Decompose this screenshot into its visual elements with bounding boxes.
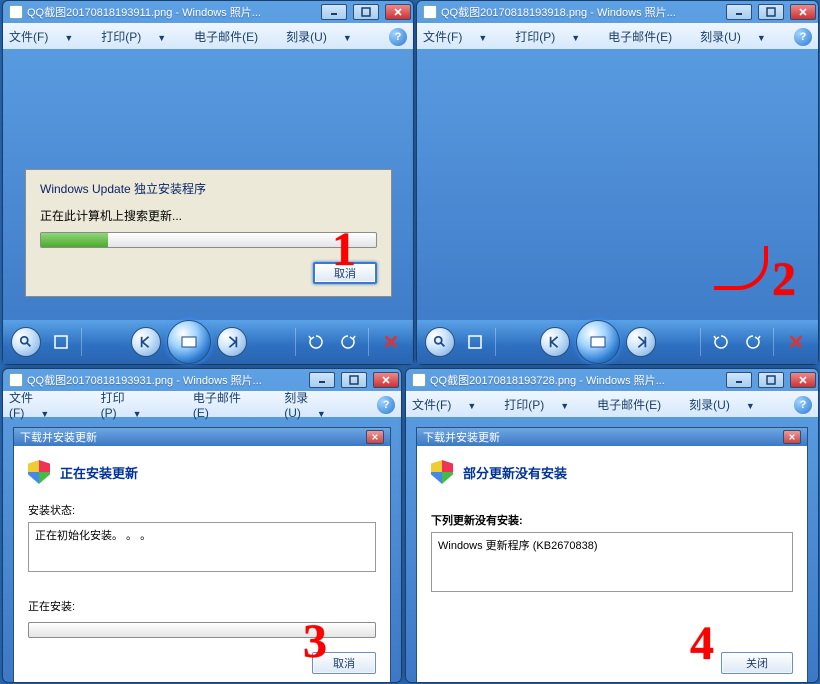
heading: 正在安装更新: [28, 460, 376, 484]
status-label: 安装状态:: [28, 502, 376, 518]
menu-file[interactable]: 文件(F)▼: [412, 396, 490, 413]
delete-icon[interactable]: ✕: [377, 328, 405, 356]
close-button[interactable]: [790, 372, 816, 388]
maximize-button[interactable]: [758, 4, 784, 20]
photo-viewer-4: QQ截图20170818193728.png - Windows 照片... 文…: [405, 368, 819, 683]
close-icon[interactable]: [366, 430, 384, 444]
zoom-icon[interactable]: [425, 327, 455, 357]
help-icon[interactable]: ?: [389, 28, 407, 46]
rotate-ccw-icon[interactable]: [709, 330, 733, 354]
inner-titlebar[interactable]: 下载并安装更新: [14, 428, 390, 446]
install-updates-window: 下载并安装更新 正在安装更新 安装状态: 正在初始化安装。 。 。 正在安装: …: [13, 427, 391, 682]
prev-button[interactable]: [540, 327, 570, 357]
prev-button[interactable]: [131, 327, 161, 357]
media-toolbar: ✕: [3, 320, 413, 364]
menu-print[interactable]: 打印(P)▼: [101, 389, 179, 420]
app-icon: [9, 5, 23, 19]
rotate-cw-icon[interactable]: [336, 330, 360, 354]
titlebar[interactable]: QQ截图20170818193911.png - Windows 照片...: [3, 1, 413, 23]
menu-email[interactable]: 电子邮件(E): [597, 396, 675, 413]
close-button[interactable]: 关闭: [721, 652, 793, 674]
window-title: QQ截图20170818193911.png - Windows 照片...: [27, 4, 315, 20]
menu-burn[interactable]: 刻录(U)▼: [689, 396, 769, 413]
menu-file[interactable]: 文件(F)▼: [9, 389, 87, 420]
app-icon: [9, 373, 23, 387]
inner-titlebar[interactable]: 下载并安装更新: [417, 428, 807, 446]
viewer-stage: 下载并安装更新 部分更新没有安装 下列更新没有安装: Windows 更新程序 …: [406, 417, 818, 682]
menu-print[interactable]: 打印(P)▼: [515, 28, 594, 45]
minimize-button[interactable]: [309, 372, 335, 388]
titlebar[interactable]: QQ截图20170818193931.png - Windows 照片...: [3, 369, 401, 391]
install-result-window: 下载并安装更新 部分更新没有安装 下列更新没有安装: Windows 更新程序 …: [416, 427, 808, 682]
menubar: 文件(F)▼ 打印(P)▼ 电子邮件(E) 刻录(U)▼ ?: [406, 391, 818, 417]
menu-email[interactable]: 电子邮件(E): [193, 389, 270, 420]
rotate-ccw-icon[interactable]: [304, 330, 328, 354]
annotation-mark-2: 2: [772, 252, 796, 307]
menubar: 文件(F)▼ 打印(P)▼ 电子邮件(E) 刻录(U)▼ ?: [3, 391, 401, 417]
help-icon[interactable]: ?: [377, 396, 395, 414]
delete-icon[interactable]: ✕: [782, 328, 810, 356]
viewer-stage: Windows Update 独立安装程序 您要安装以下 Windows 软件更…: [417, 49, 818, 364]
menu-burn[interactable]: 刻录(U)▼: [700, 28, 780, 45]
dialog-body: 正在此计算机上搜索更新...: [40, 207, 377, 224]
progress-label: 正在安装:: [28, 598, 376, 614]
titlebar[interactable]: QQ截图20170818193728.png - Windows 照片...: [406, 369, 818, 391]
shield-icon: [28, 460, 50, 484]
window-title: QQ截图20170818193918.png - Windows 照片...: [441, 4, 720, 20]
window-title: QQ截图20170818193728.png - Windows 照片...: [430, 372, 720, 388]
next-button[interactable]: [217, 327, 247, 357]
close-button[interactable]: [790, 4, 816, 20]
photo-viewer-1: QQ截图20170818193911.png - Windows 照片... 文…: [2, 0, 414, 365]
status-box: 正在初始化安装。 。 。: [28, 522, 376, 572]
menubar: 文件(F)▼ 打印(P)▼ 电子邮件(E) 刻录(U)▼ ?: [3, 23, 413, 49]
fit-icon[interactable]: [49, 330, 73, 354]
annotation-mark-4: 4: [690, 616, 714, 671]
menu-email[interactable]: 电子邮件(E): [608, 28, 686, 45]
minimize-button[interactable]: [321, 4, 347, 20]
menu-email[interactable]: 电子邮件(E): [194, 28, 272, 45]
minimize-button[interactable]: [726, 372, 752, 388]
help-icon[interactable]: ?: [794, 396, 812, 414]
menu-file[interactable]: 文件(F)▼: [423, 28, 501, 45]
app-icon: [412, 373, 426, 387]
viewer-stage: Windows Update 独立安装程序 正在此计算机上搜索更新... 取消: [3, 49, 413, 364]
close-icon[interactable]: [783, 430, 801, 444]
menu-print[interactable]: 打印(P)▼: [101, 28, 180, 45]
progress-bar: [40, 232, 377, 248]
heading: 部分更新没有安装: [431, 460, 793, 484]
minimize-button[interactable]: [726, 4, 752, 20]
maximize-button[interactable]: [353, 4, 379, 20]
app-icon: [423, 5, 437, 19]
slideshow-button[interactable]: [167, 320, 211, 364]
photo-viewer-3: QQ截图20170818193931.png - Windows 照片... 文…: [2, 368, 402, 683]
rotate-cw-icon[interactable]: [741, 330, 765, 354]
titlebar[interactable]: QQ截图20170818193918.png - Windows 照片...: [417, 1, 818, 23]
failed-label: 下列更新没有安装:: [431, 512, 793, 528]
next-button[interactable]: [626, 327, 656, 357]
failed-list: Windows 更新程序 (KB2670838): [431, 532, 793, 592]
maximize-button[interactable]: [758, 372, 784, 388]
fit-icon[interactable]: [463, 330, 487, 354]
maximize-button[interactable]: [341, 372, 367, 388]
menu-print[interactable]: 打印(P)▼: [504, 396, 583, 413]
photo-viewer-2: QQ截图20170818193918.png - Windows 照片... 文…: [416, 0, 819, 365]
annotation-mark-1: 1: [332, 222, 356, 277]
close-button[interactable]: [373, 372, 399, 388]
annotation-mark-3: 3: [303, 614, 327, 669]
close-button[interactable]: [385, 4, 411, 20]
zoom-icon[interactable]: [11, 327, 41, 357]
menu-burn[interactable]: 刻录(U)▼: [284, 389, 363, 420]
shield-icon: [431, 460, 453, 484]
dialog-title: Windows Update 独立安装程序: [40, 180, 377, 197]
help-icon[interactable]: ?: [794, 28, 812, 46]
menu-file[interactable]: 文件(F)▼: [9, 28, 87, 45]
window-title: QQ截图20170818193931.png - Windows 照片...: [27, 372, 303, 388]
viewer-stage: 下载并安装更新 正在安装更新 安装状态: 正在初始化安装。 。 。 正在安装: …: [3, 417, 401, 682]
menubar: 文件(F)▼ 打印(P)▼ 电子邮件(E) 刻录(U)▼ ?: [417, 23, 818, 49]
slideshow-button[interactable]: [576, 320, 620, 364]
menu-burn[interactable]: 刻录(U)▼: [286, 28, 366, 45]
media-toolbar: ✕: [417, 320, 818, 364]
